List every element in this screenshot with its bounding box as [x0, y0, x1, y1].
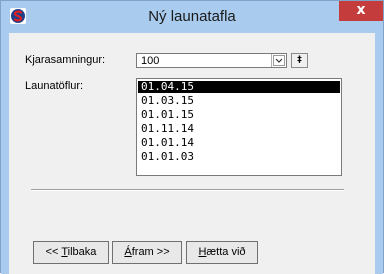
list-item[interactable]: 01.11.14 [141, 123, 194, 135]
back-button[interactable]: << Tilbaka [33, 241, 109, 264]
separator-line [31, 189, 344, 191]
list-item[interactable]: 01.03.15 [141, 95, 194, 107]
list-item[interactable]: 01.01.14 [141, 137, 194, 149]
next-button-mnemonic: Á [124, 246, 132, 258]
close-icon: x [356, 2, 366, 18]
title-bar[interactable]: Ný launatafla x [1, 1, 383, 33]
close-button[interactable]: x [339, 1, 383, 21]
window-title: Ný launatafla [148, 8, 236, 25]
pay-tables-list[interactable]: 01.04.15 01.03.15 01.01.15 01.11.14 01.0… [136, 78, 342, 176]
next-button[interactable]: Áfram >> [112, 241, 182, 264]
agreement-value: 100 [141, 55, 160, 67]
window-frame-left [1, 33, 9, 274]
cancel-button[interactable]: Hætta við [186, 241, 258, 264]
dialog-body: Kjarasamningur: 100 ‡ Launatöflur: 01.04… [9, 33, 375, 274]
next-button-label: fram >> [131, 246, 170, 258]
cancel-button-label: ætta við [206, 246, 246, 258]
list-item[interactable]: 01.01.03 [141, 151, 194, 163]
agreement-combo[interactable]: 100 [136, 53, 287, 68]
agreement-label: Kjarasamningur: [25, 54, 106, 66]
chevron-down-icon [273, 55, 285, 66]
new-pay-table-dialog: Ný launatafla x Kjarasamningur: 100 ‡ La… [0, 0, 384, 274]
list-item[interactable]: 01.01.15 [141, 109, 194, 121]
pay-tables-label: Launatöflur: [25, 80, 84, 92]
back-button-prefix: << [45, 246, 62, 258]
double-dagger-icon: ‡ [297, 55, 302, 65]
window-frame-right [375, 33, 383, 274]
agreement-lookup-button[interactable]: ‡ [291, 53, 308, 68]
back-button-label: ilbaka [67, 246, 97, 258]
list-item[interactable]: 01.04.15 [138, 81, 340, 93]
combo-dropdown-button[interactable] [271, 54, 286, 67]
